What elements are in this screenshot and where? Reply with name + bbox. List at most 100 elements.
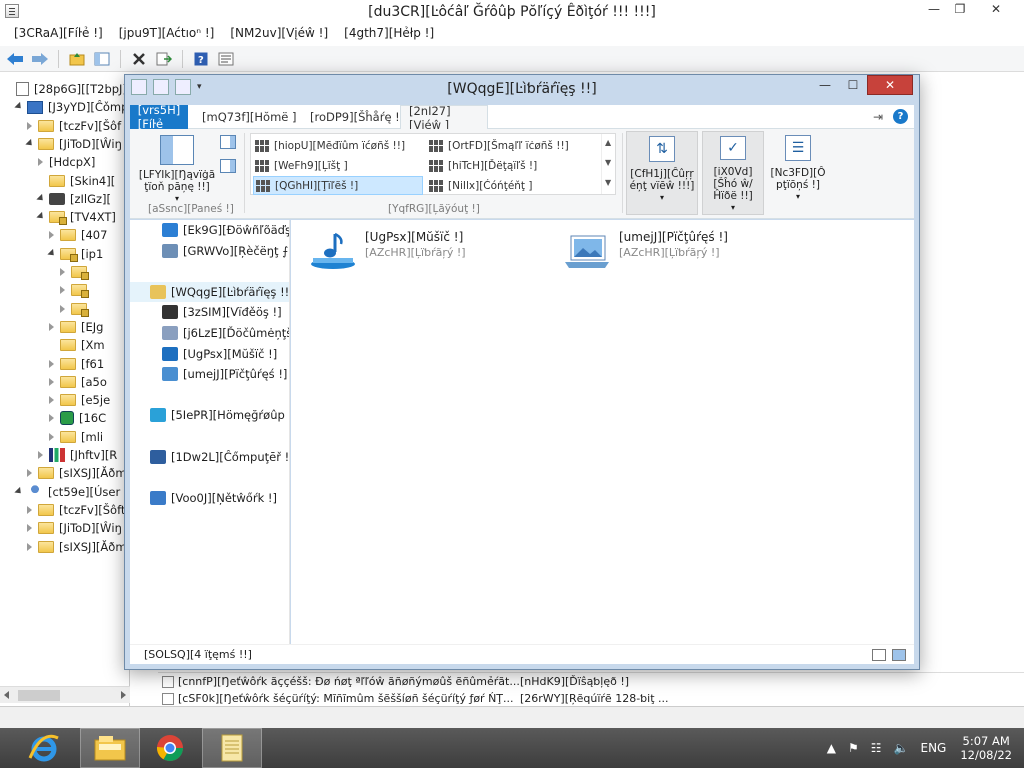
nav-item-recent[interactable]: [GRWVo][Ŗèčëŋţ ⨍ľ — [130, 241, 289, 261]
library-tile-music[interactable]: [UgPsx][Mŭšïč !] [AZcHR][Ļïƅŕãŗý !] — [309, 230, 466, 269]
tab-file[interactable]: [vrs5H][Fíŀẻ — [130, 103, 188, 131]
expand-arrow-icon[interactable] — [37, 451, 45, 459]
export-list-icon[interactable] — [153, 49, 175, 69]
tree-item[interactable]: [407 — [48, 226, 107, 244]
expand-arrow-icon[interactable] — [48, 359, 56, 368]
tree-item[interactable] — [59, 281, 92, 299]
expand-arrow-icon[interactable] — [26, 505, 34, 514]
details-pane-icon[interactable] — [220, 159, 236, 173]
input-language[interactable]: ENG — [920, 741, 946, 755]
nav-item-computer[interactable]: [1Dw2L][Ĉőmpuţēř !] — [130, 447, 289, 467]
layout-gallery-scrollbar[interactable]: ▲ ▼ ▼ — [601, 134, 615, 194]
collapse-arrow-icon[interactable] — [15, 488, 23, 496]
preview-pane-icon[interactable] — [220, 135, 236, 149]
internet-explorer-taskbar-button[interactable] — [14, 728, 74, 768]
restore-button[interactable]: ❐ — [948, 0, 972, 18]
tree-item[interactable]: [EJg — [48, 318, 103, 336]
tab-home[interactable]: [mQ73f][Hŏmë ] — [194, 105, 305, 129]
nav-item-docs[interactable]: [j6LzE][Ďöčûmėņţš ! — [130, 323, 289, 343]
pin-ribbon-icon[interactable]: ⇥ — [873, 110, 883, 124]
details-view-icon[interactable] — [872, 649, 886, 661]
layout-small-icons[interactable]: [OrtFD][Šmąľľ ïċøñš !!] — [427, 136, 597, 155]
expand-arrow-icon[interactable] — [26, 542, 34, 551]
options-button[interactable]: ☰ [Nc3FD][Ô pţïōņś !] ▾ — [766, 131, 830, 215]
collapse-arrow-icon[interactable] — [37, 195, 45, 203]
tree-item[interactable]: [zIlGz][ — [37, 190, 111, 208]
minimize-button[interactable]: — — [922, 0, 946, 18]
tree-item[interactable]: [a5o — [48, 373, 107, 391]
collapse-arrow-icon[interactable] — [26, 140, 34, 148]
tab-view[interactable]: [2nI27][Vįéŵ ] — [400, 104, 488, 132]
chrome-taskbar-button[interactable] — [140, 728, 200, 768]
layout-list[interactable]: [WeFh9][Ļĩšţ ] — [253, 156, 423, 175]
clock[interactable]: 5:07 AM 12/08/22 — [960, 734, 1012, 762]
notepad-taskbar-button[interactable] — [202, 728, 262, 768]
expand-arrow-icon[interactable] — [48, 377, 56, 386]
current-view-button[interactable]: ⇅ [CfH1j][Ĉûŗŗ éņţ vïēŵ !!!] ▾ — [626, 131, 698, 215]
close-button[interactable]: ✕ — [867, 75, 913, 95]
menu-action[interactable]: [jpu9T][Aćtıoⁿ !] — [111, 24, 223, 44]
tree-item[interactable]: [sIXSJ][Ăðm — [26, 538, 127, 556]
minimize-button[interactable]: — — [811, 75, 839, 95]
tree-item[interactable]: [Skin4][ — [37, 172, 115, 190]
tree-horizontal-scrollbar[interactable] — [0, 686, 130, 703]
expand-arrow-icon[interactable] — [48, 432, 56, 441]
layout-content[interactable]: [NiIlx][Ćóńţéňţ ] — [427, 176, 597, 195]
action-center-flag-icon[interactable]: ⚑ — [848, 741, 859, 755]
show-hide-button[interactable]: ✓ [iX0Vd][Šĥó ŵ/Ĥïðë !!] ▾ — [702, 131, 764, 215]
show-hidden-icons-icon[interactable]: ▲ — [827, 741, 836, 755]
nav-item-download[interactable]: [Ek9G][Ðöŵñľõäďş — [130, 220, 289, 240]
large-icons-view-icon[interactable] — [892, 649, 906, 661]
tree-item[interactable]: [JiToD][Ŵiŋ — [26, 519, 122, 537]
expand-arrow-icon[interactable] — [48, 231, 56, 240]
tree-item[interactable]: [28p6G][[T2bpJ][Ŀô — [4, 80, 129, 98]
properties-icon[interactable] — [215, 49, 237, 69]
expand-arrow-icon[interactable] — [59, 268, 67, 276]
nav-item-homegroup[interactable]: [5IePR][Hömęğŕøûp !!] — [130, 405, 289, 425]
nav-item-video[interactable]: [3zSIM][Vïđěöş !] — [130, 302, 289, 322]
tree-item[interactable]: [J3yYD][Ĉǒmp — [15, 98, 128, 116]
expand-arrow-icon[interactable] — [48, 414, 56, 423]
tree-item[interactable]: [e5je — [48, 391, 110, 409]
tree-item[interactable]: [ct59e][Úser Ĉo — [15, 483, 129, 501]
tree-item[interactable]: [HdcpX] — [37, 153, 95, 171]
menu-view[interactable]: [NM2uv][Vįéŵ !] — [222, 24, 336, 44]
menu-file[interactable]: [3CRaA][Fíŀẻ !] — [6, 24, 111, 44]
tree-item[interactable]: [Xm — [48, 336, 105, 354]
tree-item[interactable]: [16C — [48, 409, 106, 427]
show-hide-tree-icon[interactable] — [91, 49, 113, 69]
layout-tiles[interactable]: [QGhHI][Ţïľẽš !] — [253, 176, 423, 195]
help-icon[interactable]: ? — [190, 49, 212, 69]
expand-arrow-icon[interactable] — [48, 322, 56, 331]
volume-muted-icon[interactable]: 🔈 — [894, 741, 909, 755]
network-icon[interactable]: ☷ — [871, 741, 882, 755]
collapse-arrow-icon[interactable] — [37, 213, 45, 221]
library-tile-pictures[interactable]: [umejJ][Pïčţûŕęś !] [AZcHR][Ļïƅŕãŗý !] — [563, 230, 728, 268]
close-button[interactable]: ✕ — [974, 0, 1018, 18]
up-folder-icon[interactable] — [66, 49, 88, 69]
collapse-arrow-icon[interactable] — [48, 250, 56, 258]
tree-item[interactable]: [TV4XT] — [37, 208, 116, 226]
menu-help[interactable]: [4gth7][Hẻłp !] — [336, 24, 442, 44]
maximize-button[interactable]: ☐ — [839, 75, 867, 95]
tree-item[interactable] — [59, 263, 92, 281]
tree-item[interactable]: [ip1 — [48, 245, 103, 263]
table-row[interactable]: [cSF0k][Ŋeťŵôŕk šéçüŕíţý: Mĩñĩmûm šẽššíø… — [162, 690, 669, 707]
navigation-pane-button[interactable]: [LFYIk][Ŋąvïġã ţïoň pāņę !!] ▾ — [138, 135, 216, 205]
table-row[interactable]: [cnnfP][Ŋeťŵôŕk ãççéšš: Ðø ńøţ ªľľóŵ ãñø… — [162, 673, 629, 690]
tree-item[interactable]: [tczFv][Šôft — [26, 501, 125, 519]
forward-arrow-icon[interactable] — [29, 49, 51, 69]
tree-item[interactable]: [Jhftv][R — [37, 446, 117, 464]
expand-arrow-icon[interactable] — [59, 304, 67, 313]
expand-arrow-icon[interactable] — [26, 121, 34, 130]
collapse-arrow-icon[interactable] — [15, 103, 23, 111]
tree-item[interactable]: [sIXSJ][Ăðm — [26, 464, 127, 482]
layout-medium-icons[interactable]: [hiopU][Mēđïûm ïćøñš !!] — [253, 136, 423, 155]
nav-item-network[interactable]: [Voo0J][Ņětŵőŕk !] — [130, 488, 289, 508]
file-explorer-taskbar-button[interactable] — [80, 728, 140, 768]
tree-item[interactable]: [mli — [48, 428, 103, 446]
expand-arrow-icon[interactable] — [59, 286, 67, 295]
tab-share[interactable]: [roDP9][Šĥåŕę !] — [302, 105, 412, 129]
back-arrow-icon[interactable] — [4, 49, 26, 69]
nav-item-pictures[interactable]: [umejJ][Pïčţûŕęś !] — [130, 364, 289, 384]
